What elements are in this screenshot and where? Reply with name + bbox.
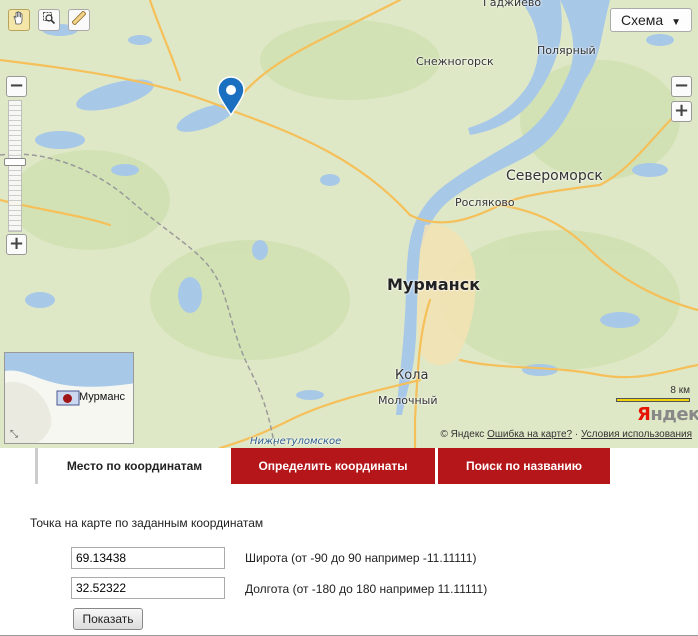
latitude-input[interactable] (71, 547, 225, 569)
terms-link[interactable]: Условия использования (581, 429, 692, 440)
map-label-roslyakovo: Росляково (455, 196, 515, 209)
minus-icon: − (673, 75, 690, 96)
longitude-input[interactable] (71, 577, 225, 599)
map-type-label: Схема (621, 12, 664, 28)
zoom-slider-handle[interactable] (4, 158, 26, 166)
coordinates-form: Точка на карте по заданным координатам Ш… (0, 484, 698, 636)
minimap-collapse-icon[interactable]: ⤡ (10, 429, 18, 440)
ruler-icon (71, 9, 87, 30)
map-label-kola: Кола (395, 368, 429, 383)
map-type-selector[interactable]: Схема ▼ (610, 8, 692, 32)
map-label-molochny: Молочный (378, 394, 438, 407)
tab-bar: Место по координатам Определить координа… (0, 448, 698, 486)
tab-search-by-name[interactable]: Поиск по названию (438, 448, 610, 484)
map-label-gadzhievo: Гаджиево (483, 0, 542, 9)
tab-determine-coordinates[interactable]: Определить координаты (231, 448, 435, 484)
overview-minimap[interactable]: Мурманс ⤡ (4, 352, 134, 444)
hand-icon (12, 10, 26, 30)
map-error-link[interactable]: Ошибка на карте? (487, 429, 572, 440)
hand-tool-button[interactable] (8, 9, 30, 31)
right-zoom-in-button[interactable]: + (671, 101, 692, 122)
separator: · (574, 429, 579, 440)
map-label-murmansk: Мурманск (387, 275, 481, 294)
yandex-logo: Яндекс (637, 404, 698, 425)
show-button[interactable]: Показать (73, 608, 143, 630)
chevron-down-icon: ▼ (671, 17, 681, 28)
ruler-tool-button[interactable] (68, 9, 90, 31)
map-label-snezhnogorsk: Снежногорск (416, 55, 494, 68)
copyright-bar: © Яндекс Ошибка на карте? · Условия испо… (441, 429, 692, 440)
map-view[interactable]: Гаджиево Снежногорск Полярный Североморс… (0, 0, 698, 448)
zoom-out-button[interactable]: − (6, 76, 27, 97)
copyright-owner: © Яндекс (440, 429, 485, 440)
map-label-severomorsk: Североморск (506, 168, 603, 184)
map-label-nizhnetulomskoe: Нижнетуломское (250, 436, 342, 447)
minimap-label: Мурманс (79, 391, 126, 403)
magnifier-tool-button[interactable] (38, 9, 60, 31)
minimap-point-icon (63, 394, 72, 403)
latitude-label: Широта (от -90 до 90 например -11.11111) (245, 551, 477, 565)
plus-icon: + (673, 100, 690, 121)
right-zoom-out-button[interactable]: − (671, 76, 692, 97)
map-label-polyarny: Полярный (537, 44, 596, 57)
zoom-slider-track[interactable] (8, 100, 22, 232)
plus-icon: + (8, 233, 25, 254)
tab-place-by-coordinates[interactable]: Место по координатам (35, 448, 231, 484)
zoom-in-button[interactable]: + (6, 234, 27, 255)
form-heading: Точка на карте по заданным координатам (30, 516, 264, 530)
minus-icon: − (8, 75, 25, 96)
scale-bar (616, 398, 690, 402)
scale-label: 8 км (670, 385, 690, 396)
magnifier-zoom-icon (42, 11, 56, 30)
longitude-label: Долгота (от -180 до 180 например 11.1111… (245, 582, 488, 596)
